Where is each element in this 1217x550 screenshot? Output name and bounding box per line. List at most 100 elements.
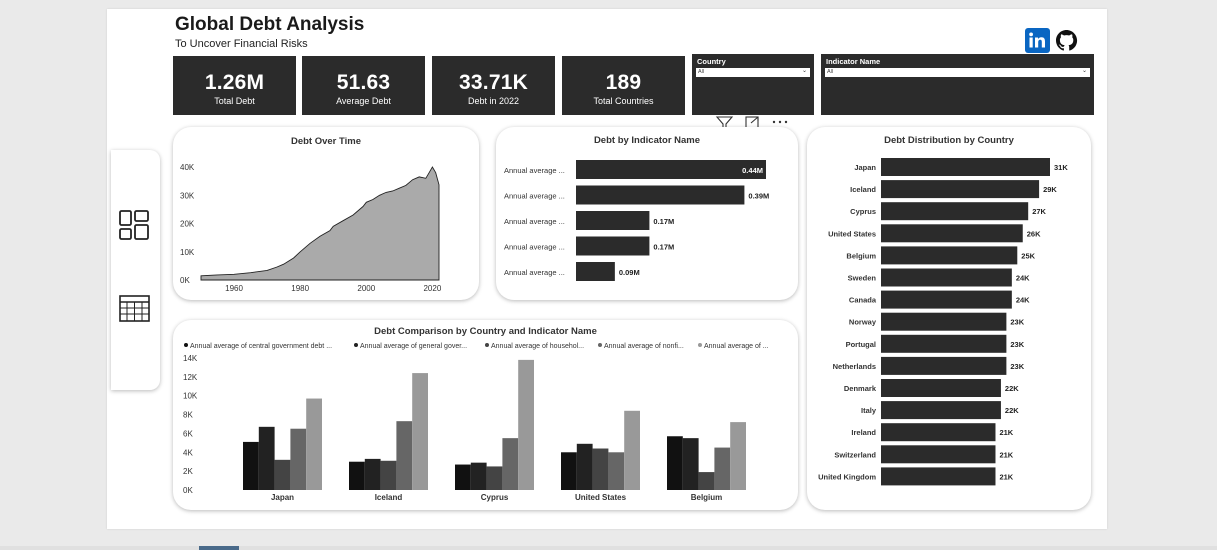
- legend-label: Annual average of central government deb…: [190, 343, 332, 350]
- more-options-icon[interactable]: [772, 120, 788, 124]
- legend-label: Annual average of general gover...: [360, 343, 467, 350]
- y-tick-label: 2K: [183, 467, 193, 476]
- debt-over-time-card: Debt Over Time 0K 10K 20K 30K 40K 1960 1980 200…: [173, 127, 479, 300]
- page-tab-bar: [0, 546, 1217, 550]
- data-label: 23K: [1010, 340, 1024, 349]
- y-tick-label: 40K: [180, 163, 195, 172]
- bar: [412, 373, 428, 490]
- comparison-column-chart: Annual average of central government deb…: [183, 343, 769, 502]
- data-label: 24K: [1016, 296, 1030, 305]
- indicator-slicer: Indicator Name All ⌄: [821, 54, 1094, 115]
- kpi-value: 1.26M: [204, 71, 265, 94]
- data-label: 26K: [1027, 229, 1041, 238]
- kpi-label: Total Debt: [214, 96, 255, 106]
- chevron-down-icon: ⌄: [1081, 68, 1087, 74]
- data-label: 0.17M: [653, 243, 674, 252]
- category-label: Canada: [849, 296, 877, 305]
- legend-marker: [354, 343, 358, 347]
- data-label: 29K: [1043, 185, 1057, 194]
- bar: [576, 160, 766, 179]
- kpi-total-countries: 189 Total Countries: [562, 56, 685, 115]
- data-label: 21K: [999, 428, 1013, 437]
- bar: [881, 158, 1050, 176]
- bar: [881, 246, 1018, 265]
- area-series: [200, 166, 440, 281]
- slicer-label: Country: [697, 57, 726, 66]
- dropdown-value: All: [827, 69, 834, 75]
- category-label: Portugal: [846, 340, 876, 349]
- category-label: Sweden: [848, 274, 877, 283]
- kpi-label: Debt in 2022: [467, 96, 520, 106]
- navigation-panel: [111, 150, 160, 390]
- bar: [714, 447, 731, 490]
- chevron-down-icon: ⌄: [801, 68, 807, 74]
- linkedin-icon[interactable]: [1025, 28, 1050, 53]
- category-label: Iceland: [850, 185, 876, 194]
- category-label: Annual average ...: [504, 192, 565, 201]
- y-tick-label: 20K: [180, 220, 195, 229]
- bar: [576, 211, 650, 230]
- x-tick-label: 1980: [291, 284, 309, 293]
- dropdown-value: All: [698, 69, 705, 75]
- x-tick-label: 2020: [423, 284, 441, 293]
- page-subtitle: To Uncover Financial Risks: [175, 38, 308, 50]
- data-label: 31K: [1054, 163, 1068, 172]
- bar: [667, 436, 683, 490]
- bar: [502, 438, 519, 490]
- y-tick-label: 14K: [183, 354, 198, 363]
- indicator-dropdown[interactable]: All ⌄: [825, 68, 1090, 77]
- data-label: 23K: [1010, 362, 1024, 371]
- kpi-debt-2022: 33.71K Debt in 2022: [432, 56, 555, 115]
- category-label: Belgium: [846, 251, 876, 260]
- category-label: Denmark: [844, 384, 877, 393]
- x-tick-label: 2000: [357, 284, 375, 293]
- kpi-value: 51.63: [336, 71, 391, 94]
- bar: [682, 438, 699, 490]
- kpi-value: 33.71K: [459, 71, 528, 94]
- y-tick-label: 30K: [180, 191, 195, 200]
- bar: [881, 334, 1007, 353]
- category-label: Japan: [854, 163, 876, 172]
- bar: [576, 185, 745, 205]
- bar: [881, 401, 1001, 420]
- bar: [380, 460, 397, 490]
- country-slicer: Country All ⌄: [692, 54, 814, 115]
- slicer-label: Indicator Name: [826, 57, 881, 66]
- category-label: United Kingdom: [818, 472, 876, 481]
- debt-comparison-card: Debt Comparison by Country and Indicator…: [173, 320, 798, 510]
- data-label: 21K: [999, 450, 1013, 459]
- y-tick-label: 4K: [183, 448, 193, 457]
- category-label: Belgium: [691, 493, 723, 502]
- data-label: 0.44M: [742, 166, 763, 175]
- category-label: Iceland: [375, 493, 403, 502]
- y-tick-label: 12K: [183, 373, 198, 382]
- page-tab-active[interactable]: [199, 546, 239, 550]
- legend-marker: [184, 343, 188, 347]
- bar: [518, 359, 534, 490]
- country-bar-chart: Japan 31K Iceland 29K Cyprus 27K United States…: [818, 158, 1068, 486]
- legend-marker: [698, 343, 702, 347]
- bar: [274, 459, 291, 490]
- data-label: 25K: [1021, 251, 1035, 260]
- bar: [592, 448, 609, 490]
- category-label: Netherlands: [833, 362, 876, 371]
- bar: [881, 445, 996, 464]
- data-label: 0.17M: [653, 217, 674, 226]
- bar: [486, 466, 503, 490]
- y-tick-label: 10K: [183, 392, 198, 401]
- table-icon[interactable]: [119, 295, 151, 328]
- data-label: 23K: [1010, 318, 1024, 327]
- category-label: Annual average ...: [504, 243, 565, 252]
- category-label: Cyprus: [481, 493, 509, 502]
- category-label: Cyprus: [850, 207, 876, 216]
- kpi-average-debt: 51.63 Average Debt: [302, 56, 425, 115]
- bar: [576, 262, 615, 281]
- dashboard-icon[interactable]: [118, 209, 150, 246]
- github-icon[interactable]: [1054, 28, 1079, 53]
- legend-marker: [598, 343, 602, 347]
- bar: [624, 410, 640, 490]
- country-dropdown[interactable]: All ⌄: [696, 68, 810, 77]
- debt-distribution-card: Debt Distribution by Country Japan 31K Ice…: [807, 127, 1091, 510]
- area-chart: 0K 10K 20K 30K 40K 1960 1980 2000 2020: [180, 163, 442, 293]
- legend-label: Annual average of nonfi...: [604, 343, 684, 350]
